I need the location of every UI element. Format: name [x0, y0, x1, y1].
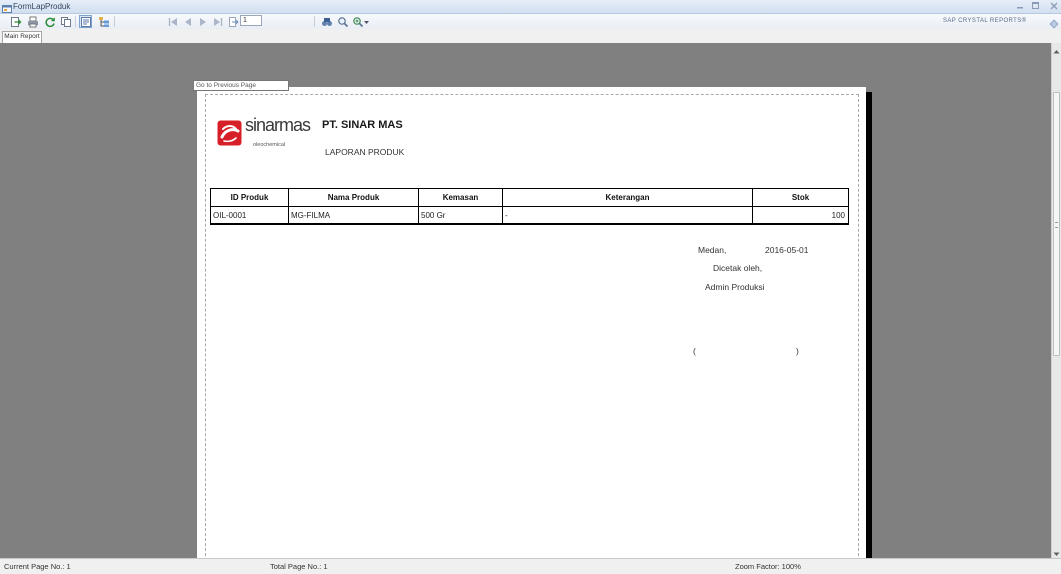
signature-close-paren: ) [796, 346, 799, 356]
report-title: LAPORAN PRODUK [325, 147, 405, 157]
print-icon[interactable] [26, 15, 39, 28]
column-header-nama-produk: Nama Produk [288, 188, 419, 207]
toolbar: SAP CRYSTAL REPORTS® [0, 14, 1061, 30]
scroll-down-arrow-icon[interactable] [1052, 546, 1061, 556]
signature-open-paren: ( [693, 346, 696, 356]
signature-city: Medan, [698, 245, 727, 255]
zoom-dropdown-chevron-down-icon[interactable] [362, 15, 369, 28]
next-page-icon[interactable] [196, 15, 209, 28]
report-page: sinarmas oleochemical PT. SINAR MAS LAPO… [197, 87, 866, 558]
previous-page-icon[interactable] [181, 15, 194, 28]
column-header-stok: Stok [752, 188, 849, 207]
copy-icon[interactable] [59, 15, 72, 28]
signature-role: Admin Produksi [705, 282, 765, 292]
title-bar: FormLapProduk [0, 0, 1061, 14]
product-table: ID Produk Nama Produk Kemasan Keterangan… [210, 188, 849, 225]
page-number-input[interactable] [240, 15, 262, 26]
table-header-row: ID Produk Nama Produk Kemasan Keterangan… [210, 188, 849, 207]
page-shadow [866, 92, 872, 558]
sinarmas-logo-icon [217, 120, 242, 146]
table-row: OIL-0001 MG-FILMA 500 Gr - 100 [210, 206, 849, 225]
toggle-parameter-panel-icon[interactable] [97, 15, 110, 28]
cell-nama-produk: MG-FILMA [288, 206, 419, 225]
close-button[interactable] [1047, 1, 1060, 11]
cell-keterangan: - [502, 206, 753, 225]
refresh-icon[interactable] [43, 15, 56, 28]
export-icon[interactable] [9, 15, 22, 28]
zoom-factor-status: Zoom Factor: 100% [735, 562, 801, 571]
toolbar-separator [314, 16, 315, 27]
window-title: FormLapProduk [13, 2, 71, 11]
last-page-icon[interactable] [211, 15, 224, 28]
first-page-icon[interactable] [166, 15, 179, 28]
cell-id-produk: OIL-0001 [210, 206, 289, 225]
signature-printed-by: Dicetak oleh, [713, 263, 763, 273]
brand-label: SAP CRYSTAL REPORTS® [943, 18, 1027, 24]
toggle-group-tree-icon[interactable] [79, 15, 92, 28]
cell-kemasan: 500 Gr [418, 206, 503, 225]
search-icon[interactable] [336, 15, 349, 28]
go-to-page-icon[interactable] [226, 15, 239, 28]
column-header-keterangan: Keterangan [502, 188, 753, 207]
signature-date: 2016-05-01 [765, 245, 809, 255]
toolbar-separator [75, 16, 76, 27]
report-workspace[interactable]: sinarmas oleochemical PT. SINAR MAS LAPO… [0, 43, 1051, 558]
find-icon[interactable] [320, 15, 333, 28]
maximize-button[interactable] [1029, 1, 1042, 11]
status-bar: Current Page No.: 1 Total Page No.: 1 Zo… [0, 558, 1061, 574]
total-page-status: Total Page No.: 1 [270, 562, 328, 571]
report-page-frame [205, 94, 859, 558]
scrollbar-grip [1055, 222, 1058, 228]
toolbar-separator [114, 16, 115, 27]
vertical-scrollbar[interactable] [1051, 43, 1061, 558]
minimize-button[interactable] [1013, 1, 1026, 11]
crystal-reports-logo-icon [1049, 16, 1059, 29]
column-header-kemasan: Kemasan [418, 188, 503, 207]
scrollbar-thumb[interactable] [1053, 92, 1060, 356]
tooltip: Go to Previous Page [193, 80, 289, 91]
column-header-id-produk: ID Produk [210, 188, 289, 207]
scroll-up-arrow-icon[interactable] [1052, 44, 1061, 54]
logo-subtext: oleochemical [253, 142, 286, 148]
current-page-status: Current Page No.: 1 [4, 562, 71, 571]
crystal-report-viewer-window: FormLapProduk 1 SAP CRYSTAL REPORTS® Mai… [0, 0, 1061, 574]
logo-wordmark: sinarmas [245, 115, 311, 135]
cell-stok: 100 [752, 206, 849, 225]
company-name: PT. SINAR MAS [322, 119, 403, 131]
app-icon [2, 1, 12, 13]
tab-main-report[interactable]: Main Report [2, 31, 42, 43]
report-tab-strip: Main Report [0, 29, 1061, 43]
